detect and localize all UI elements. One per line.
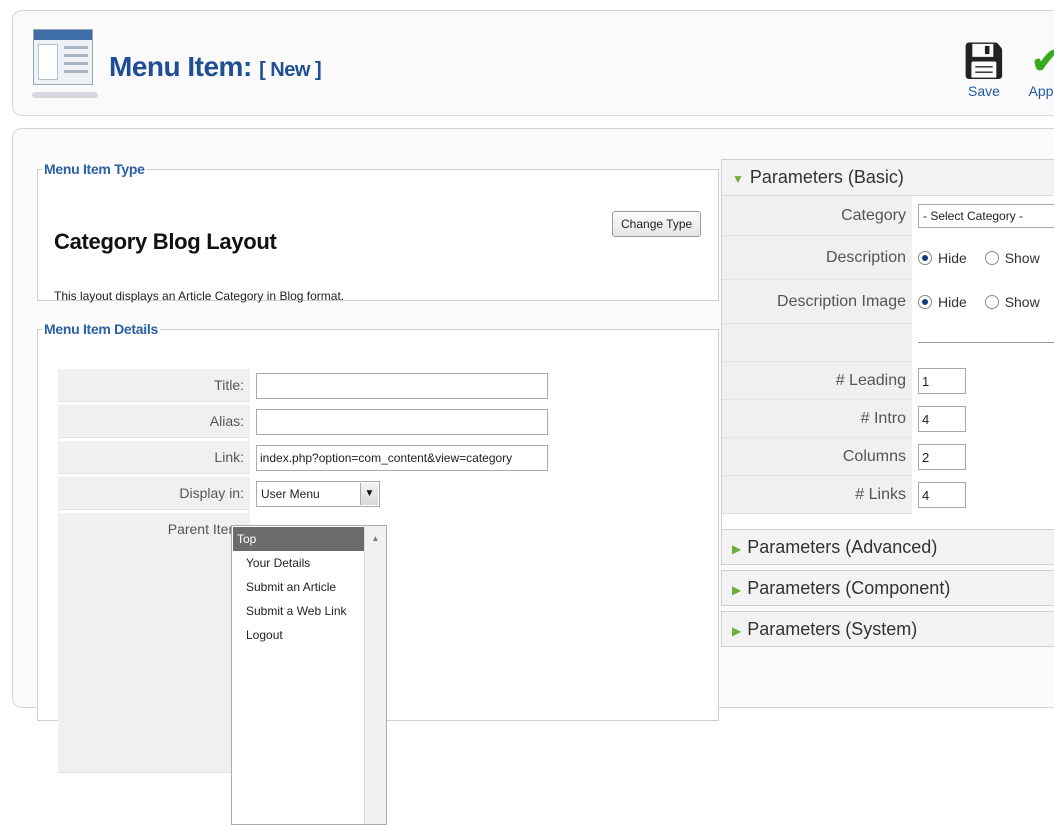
spacer-row [722, 324, 1054, 362]
parameters-advanced-title: Parameters (Advanced) [747, 537, 938, 557]
description-hide-radio[interactable] [918, 251, 932, 265]
intro-input[interactable] [918, 406, 966, 432]
page-subtitle: [ New ] [259, 59, 322, 81]
description-image-show-radio[interactable] [984, 295, 999, 309]
triangle-right-icon: ▶ [732, 624, 742, 638]
page-title-text: Menu Item: [109, 51, 252, 82]
links-input[interactable] [918, 482, 966, 508]
alias-row: Alias: [58, 405, 708, 439]
display-in-row: Display in: User Menu ▼ [58, 477, 708, 511]
menu-item-details-legend: Menu Item Details [44, 321, 158, 337]
parameters-component-header[interactable]: ▶ Parameters (Component) [721, 570, 1054, 606]
triangle-right-icon: ▶ [732, 583, 742, 597]
list-item[interactable]: Submit a Web Link [232, 599, 364, 623]
parameters-basic-header[interactable]: ▼ Parameters (Basic) [722, 160, 1054, 196]
title-field[interactable] [256, 373, 548, 399]
parameters-system-title: Parameters (System) [747, 619, 918, 639]
parameters-system-header[interactable]: ▶ Parameters (System) [721, 611, 1054, 647]
display-in-select[interactable]: User Menu ▼ [256, 481, 380, 507]
description-image-hide-label: Hide [938, 294, 967, 310]
parent-item-label: Parent Item: [58, 513, 250, 773]
main-panel: Menu Item Type Category Blog Layout Chan… [12, 128, 1054, 825]
alias-label: Alias: [58, 405, 250, 438]
parent-item-list[interactable]: Top Your Details Submit an Article Submi… [231, 525, 387, 825]
triangle-down-icon: ▼ [732, 172, 744, 186]
chevron-down-icon[interactable]: ▼ [360, 483, 378, 505]
description-label: Description [722, 236, 912, 280]
description-image-row: Description Image Hide Show [722, 280, 1054, 324]
apply-button[interactable]: ✔ Apply [1021, 39, 1054, 99]
parameters-basic-title: Parameters (Basic) [749, 167, 904, 187]
menu-type-name: Category Blog Layout [54, 229, 277, 254]
category-label: Category [722, 196, 912, 236]
description-image-hide-radio[interactable] [918, 295, 932, 309]
menu-item-type-fieldset: Menu Item Type Category Blog Layout Chan… [37, 161, 719, 303]
description-hide-label: Hide [938, 250, 967, 266]
display-in-value: User Menu [261, 487, 320, 501]
list-item[interactable]: Logout [232, 623, 364, 647]
scroll-up-icon[interactable]: ▲ [365, 534, 386, 543]
parameters-advanced-header[interactable]: ▶ Parameters (Advanced) [721, 529, 1054, 565]
description-image-show-label: Show [1004, 294, 1040, 310]
list-item[interactable]: Submit an Article [232, 575, 364, 599]
triangle-right-icon: ▶ [732, 542, 742, 556]
link-label: Link: [58, 441, 250, 474]
description-image-label: Description Image [722, 280, 912, 324]
intro-row: # Intro [722, 400, 1054, 438]
leading-row: # Leading [722, 362, 1054, 400]
divider [918, 342, 1054, 343]
leading-label: # Leading [722, 362, 912, 400]
description-show-label: Show [1004, 250, 1040, 266]
page-title: Menu Item: [ New ] [109, 51, 322, 83]
title-label: Title: [58, 369, 250, 402]
parameters-basic-panel: ▼ Parameters (Basic) Category - Select Ca… [721, 159, 1054, 531]
parameters-component-title: Parameters (Component) [747, 578, 951, 598]
description-row: Description Hide Show [722, 236, 1054, 280]
category-select[interactable]: - Select Category - [918, 204, 1054, 228]
menu-page-icon [32, 29, 98, 98]
save-label: Save [968, 83, 1000, 99]
columns-label: Columns [722, 438, 912, 476]
columns-input[interactable] [918, 444, 966, 470]
alias-field[interactable] [256, 409, 548, 435]
description-show-radio[interactable] [984, 251, 999, 265]
spacer-cell [722, 324, 912, 362]
apply-label: Apply [1028, 83, 1054, 99]
save-button[interactable]: 💾︎ Save [961, 39, 1007, 99]
menu-item-type-legend: Menu Item Type [44, 161, 145, 177]
change-type-button[interactable]: Change Type [612, 211, 702, 237]
menu-type-description: This layout displays an Article Category… [54, 289, 345, 303]
title-row: Title: [58, 369, 708, 403]
category-row: Category - Select Category - [722, 196, 1054, 236]
checkmark-icon: ✔ [1030, 40, 1054, 81]
columns-row: Columns [722, 438, 1054, 476]
display-in-label: Display in: [58, 477, 250, 510]
link-field[interactable] [256, 445, 548, 471]
links-row: # Links [722, 476, 1054, 514]
list-item[interactable]: Your Details [232, 551, 364, 575]
floppy-disk-icon: 💾︎ [961, 40, 1007, 81]
list-item[interactable]: Top [233, 527, 365, 551]
intro-label: # Intro [722, 400, 912, 438]
links-label: # Links [722, 476, 912, 514]
parent-list-scrollbar[interactable]: ▲ [364, 526, 386, 824]
toolbar-header: Menu Item: [ New ] 💾︎ Save ✔ Apply [12, 10, 1054, 116]
leading-input[interactable] [918, 368, 966, 394]
link-row: Link: [58, 441, 708, 475]
